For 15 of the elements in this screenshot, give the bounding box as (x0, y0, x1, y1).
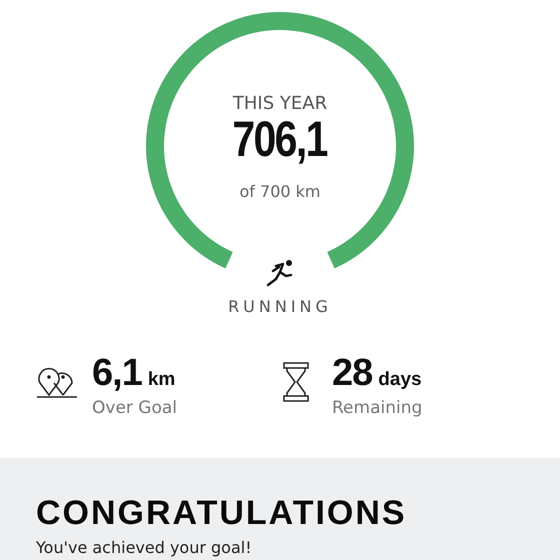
runner-icon (265, 259, 295, 287)
map-pins-icon (36, 366, 78, 398)
activity-label: RUNNING (228, 297, 332, 316)
stat-value: 6,1 (92, 354, 142, 392)
stat-caption: Over Goal (92, 398, 178, 418)
stat-caption: Remaining (332, 398, 422, 418)
stat-unit: km (148, 369, 176, 391)
stat-unit: days (378, 369, 422, 391)
banner-title: CONGRATULATIONS (36, 496, 407, 530)
stat-value: 28 (332, 354, 372, 392)
period-label: THIS YEAR (232, 93, 328, 114)
banner-message: You've achieved your goal! (36, 538, 252, 557)
goal-target: of 700 km (240, 182, 320, 201)
hourglass-icon (282, 362, 310, 402)
distance-value: 706,1 (232, 114, 328, 164)
